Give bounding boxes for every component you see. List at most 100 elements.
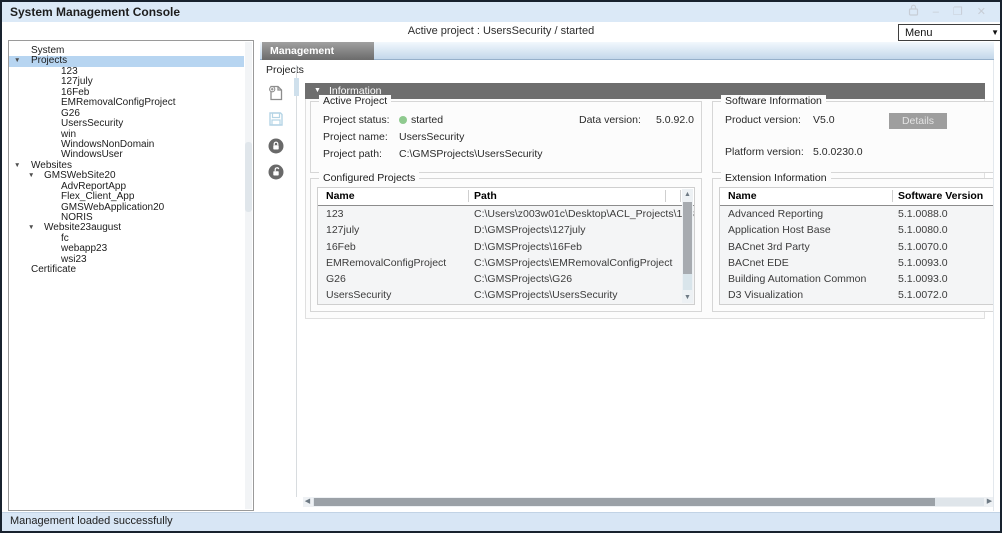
information-section-header[interactable]: ▼ Information: [305, 83, 985, 99]
column-separator[interactable]: [468, 190, 469, 202]
management-content: Projects ▼ Information Active Project Pr…: [260, 60, 994, 511]
table-scrollbar[interactable]: ▲ ▼: [682, 189, 693, 303]
scroll-down-icon[interactable]: ▼: [682, 294, 693, 301]
data-version-label: Data version:: [579, 114, 641, 126]
cell-value: 5.1.0072.0: [898, 289, 948, 301]
table-row[interactable]: BACnet 3rd Party5.1.0070.0: [720, 240, 994, 256]
page-title: Projects: [266, 64, 304, 76]
menu-dropdown[interactable]: Menu ▼: [898, 24, 1002, 41]
tree-item-gmswebsite20[interactable]: ▼GMSWebSite20: [9, 171, 244, 181]
cell-name: BACnet 3rd Party: [728, 241, 810, 253]
tree-item-webapp23[interactable]: webapp23: [9, 244, 244, 254]
content-divider: [296, 65, 297, 497]
table-row[interactable]: G26C:\GMSProjects\G26: [318, 272, 694, 288]
tree-item-gmswebapplication20[interactable]: GMSWebApplication20: [9, 203, 244, 213]
project-path-value: C:\GMSProjects\UsersSecurity: [399, 148, 543, 160]
tree-item-userssecurity[interactable]: UsersSecurity: [9, 119, 244, 129]
tree-item-certificate[interactable]: Certificate: [9, 265, 244, 275]
column-header-name[interactable]: Name: [326, 190, 355, 202]
configured-projects-group: Configured Projects Name Path 123C:\User…: [310, 178, 702, 312]
tree-item-g26[interactable]: G26: [9, 109, 244, 119]
tree-item-123[interactable]: 123: [9, 67, 244, 77]
configured-projects-table: Name Path 123 C:\Users\z003w01c\Desktop\A…: [317, 187, 695, 305]
table-scrollbar-thumb[interactable]: [683, 202, 692, 274]
platform-version-label: Platform version:: [725, 146, 804, 158]
tree-item-windowsnondomain[interactable]: WindowsNonDomain: [9, 140, 244, 150]
column-separator[interactable]: [680, 190, 681, 202]
tree-item-flex_client_app[interactable]: Flex_Client_App: [9, 192, 244, 202]
horizontal-scrollbar-thumb[interactable]: [314, 498, 935, 506]
tree-item-projects[interactable]: ▼Projects: [9, 56, 244, 66]
table-row[interactable]: Building Automation Common5.1.0093.0: [720, 272, 994, 288]
sidebar-scrollbar-thumb[interactable]: [245, 142, 252, 212]
horizontal-scrollbar[interactable]: ◀ ▶: [303, 497, 994, 507]
lock-icon: [908, 4, 919, 20]
cell-value: C:\GMSProjects\EMRemovalConfigProject: [474, 257, 672, 269]
cell-value: C:\Users\z003w01c\Desktop\ACL_Projects\1…: [474, 208, 694, 220]
table-row[interactable]: UsersSecurityC:\GMSProjects\UsersSecurit…: [318, 288, 694, 304]
extension-information-group-title: Extension Information: [721, 172, 831, 184]
minimize-button[interactable]: –: [933, 5, 939, 19]
close-button[interactable]: ✕: [977, 5, 986, 19]
cell-name: Building Automation Common: [728, 273, 866, 285]
restore-button[interactable]: ❐: [953, 5, 963, 19]
save-icon[interactable]: [267, 110, 285, 128]
cell-name: Application Host Base: [728, 224, 831, 236]
table-row[interactable]: Application Host Base 5.1.0080.0: [720, 223, 994, 239]
expander-icon[interactable]: ▼: [14, 57, 20, 64]
table-row[interactable]: 127julyD:\GMSProjects\127july: [318, 223, 694, 239]
header-strip: Active project : UsersSecurity / started…: [2, 22, 1000, 42]
table-header: Name Software Version: [720, 188, 994, 206]
product-version-label: Product version:: [725, 114, 801, 126]
title-bar: System Management Console – ❐ ✕: [2, 2, 1000, 22]
table-row[interactable]: 16FebD:\GMSProjects\16Feb: [318, 240, 694, 256]
extension-information-group: Extension Information Name Software Vers…: [712, 178, 994, 312]
collapse-arrow-icon[interactable]: ▼: [314, 87, 321, 94]
cell-name: D3 Visualization: [728, 289, 803, 301]
column-separator[interactable]: [665, 190, 666, 202]
table-row[interactable]: Advanced Reporting5.1.0088.0: [720, 207, 994, 223]
tree-item-127july[interactable]: 127july: [9, 77, 244, 87]
expander-icon[interactable]: ▼: [28, 172, 34, 179]
expander-icon[interactable]: ▼: [14, 162, 20, 169]
details-button[interactable]: Details: [889, 113, 947, 129]
software-information-group-title: Software Information: [721, 95, 826, 107]
column-header-path[interactable]: Path: [474, 190, 497, 202]
column-header-name[interactable]: Name: [728, 190, 757, 202]
cell-name: 123: [326, 208, 344, 220]
column-separator[interactable]: [892, 190, 893, 202]
scroll-left-icon[interactable]: ◀: [303, 497, 312, 507]
status-started-icon: [399, 116, 407, 124]
scroll-up-icon[interactable]: ▲: [682, 191, 693, 198]
content-scrollbar-thumb[interactable]: [294, 78, 299, 96]
table-body: Advanced Reporting5.1.0088.0Application …: [720, 207, 994, 305]
table-body: 123 C:\Users\z003w01c\Desktop\ACL_Project…: [318, 207, 694, 305]
table-row[interactable]: 123 C:\Users\z003w01c\Desktop\ACL_Project…: [318, 207, 694, 223]
active-project-group: Active Project Project status: started D…: [310, 101, 702, 173]
tree-item-emremovalconfigproject[interactable]: EMRemovalConfigProject: [9, 98, 244, 108]
tree-item-website23august[interactable]: ▼Website23august: [9, 223, 244, 233]
table-row[interactable]: D3 Visualization 5.1.0072.0: [720, 288, 994, 304]
new-project-icon[interactable]: [267, 84, 285, 102]
scroll-right-icon[interactable]: ▶: [985, 497, 994, 507]
column-header-software-version[interactable]: Software Version: [898, 190, 983, 202]
project-name-label: Project name:: [323, 131, 388, 143]
product-version-value: V5.0: [813, 114, 835, 126]
lock-icon[interactable]: [267, 137, 285, 155]
app-window: System Management Console – ❐ ✕ Active p…: [0, 0, 1002, 533]
active-project-group-title: Active Project: [319, 95, 391, 107]
table-row[interactable]: BACnet EDE5.1.0093.0: [720, 256, 994, 272]
cell-name: Advanced Reporting: [728, 208, 823, 220]
tab-management[interactable]: Management: [262, 42, 374, 60]
platform-version-value: 5.0.0230.0: [813, 146, 863, 158]
unlock-icon[interactable]: [267, 163, 285, 181]
tree-item-fc[interactable]: fc: [9, 234, 244, 244]
table-row[interactable]: EMRemovalConfigProjectC:\GMSProjects\EMR…: [318, 256, 694, 272]
window-controls: – ❐ ✕: [908, 5, 986, 19]
sidebar-scrollbar[interactable]: [245, 42, 252, 509]
tree-item-label: Certificate: [31, 265, 76, 275]
expander-icon[interactable]: ▼: [28, 224, 34, 231]
cell-value: 5.1.0080.0: [898, 224, 948, 236]
project-status-value: started: [411, 114, 443, 126]
status-message: Management loaded successfully: [10, 515, 173, 527]
